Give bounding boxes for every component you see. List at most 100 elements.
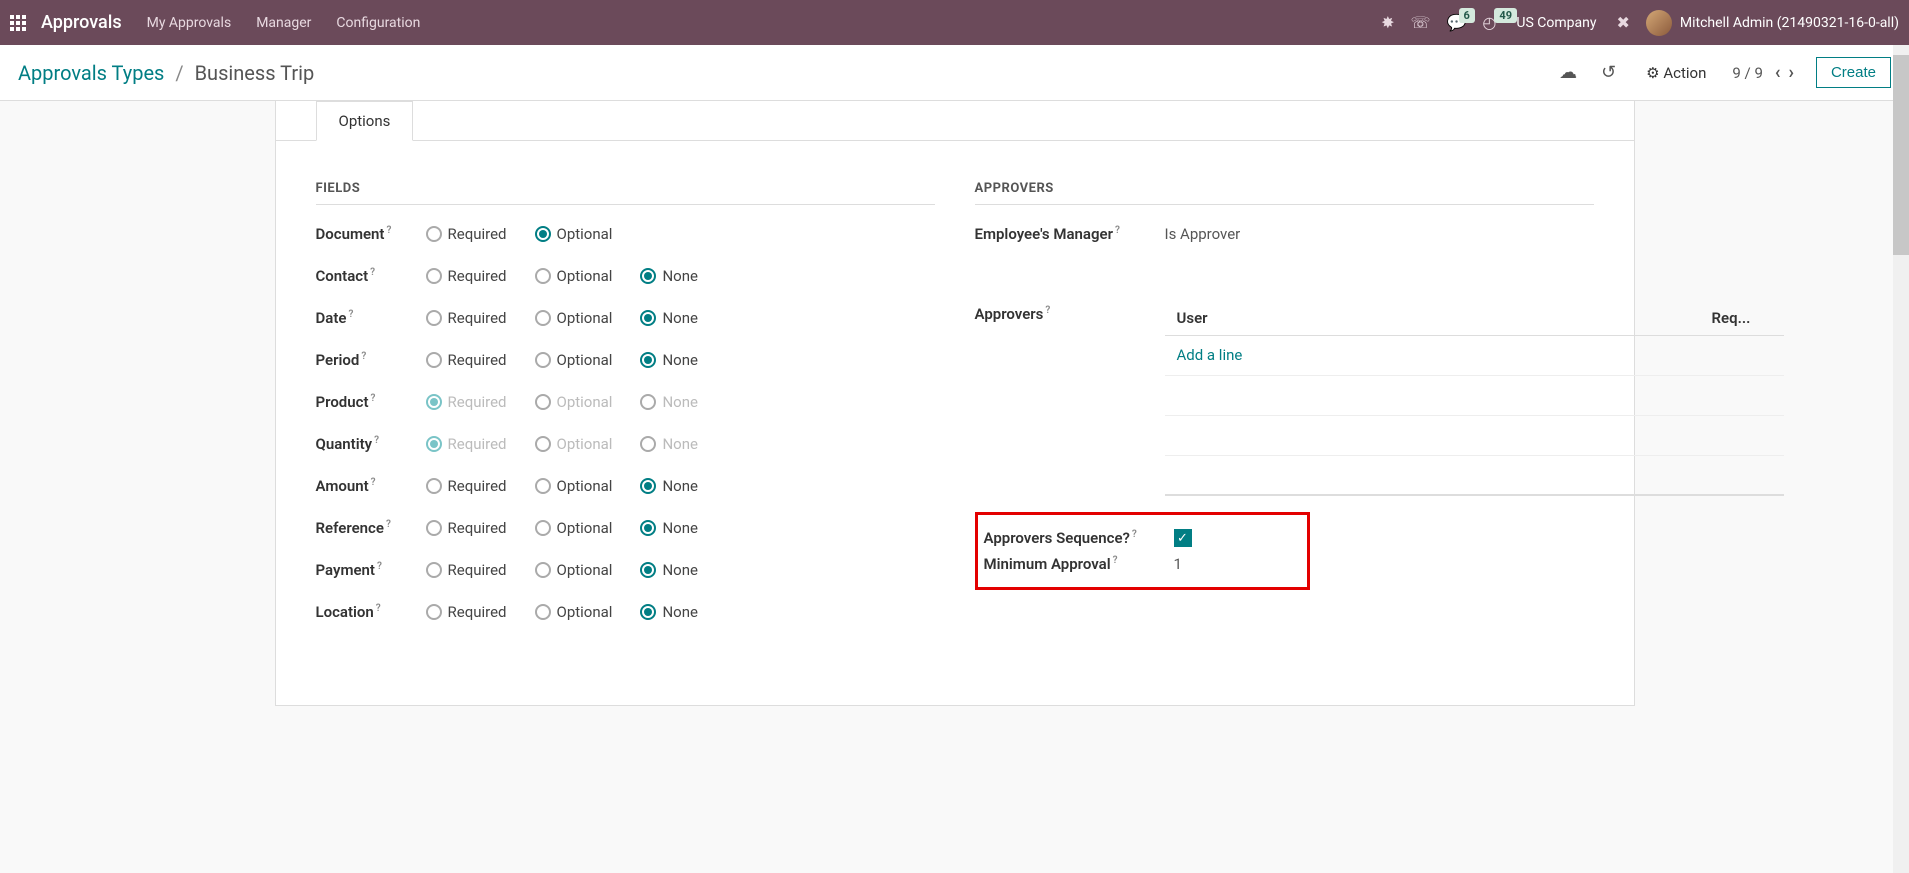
radio-label: None [662,561,698,579]
help-icon[interactable]: ? [1045,305,1050,316]
radio-icon [426,310,442,326]
radio-icon [535,394,551,410]
help-icon[interactable]: ? [1132,529,1137,540]
radio-icon [426,520,442,536]
radio-group: Required Optional [426,225,613,243]
radio-required[interactable]: Required [426,519,507,537]
add-a-line[interactable]: Add a line [1177,346,1243,365]
radio-none[interactable]: None [640,267,698,285]
menu-manager[interactable]: Manager [256,15,311,31]
phone-icon[interactable]: ☏ [1410,13,1430,32]
table-header-user: User [1177,309,1712,327]
help-icon[interactable]: ? [377,561,382,572]
radio-optional: Optional [535,435,613,453]
help-icon[interactable]: ? [1115,225,1120,236]
radio-none[interactable]: None [640,477,698,495]
radio-group: Required Optional None [426,351,698,369]
field-row-amount: Amount?RequiredOptionalNone [316,477,935,495]
radio-icon [640,394,656,410]
radio-group: Required Optional None [426,603,698,621]
help-icon[interactable]: ? [1113,555,1118,566]
radio-required[interactable]: Required [426,309,507,327]
user-name[interactable]: Mitchell Admin (21490321-16-0-all) [1680,15,1899,31]
field-row-reference: Reference?RequiredOptionalNone [316,519,935,537]
field-row-document: Document?RequiredOptional [316,225,935,243]
field-label: Date? [316,309,426,327]
employees-manager-label: Employee's Manager? [975,225,1165,243]
breadcrumb-root[interactable]: Approvals Types [18,61,164,85]
help-icon[interactable]: ? [371,477,376,488]
approvers-sequence-checkbox[interactable]: ✓ [1174,529,1192,547]
radio-optional[interactable]: Optional [535,519,613,537]
radio-optional[interactable]: Optional [535,603,613,621]
create-button[interactable]: Create [1816,57,1891,88]
minimum-approval-value[interactable]: 1 [1174,555,1182,573]
tab-options[interactable]: Options [316,101,414,141]
radio-group: RequiredOptionalNone [426,435,698,453]
field-row-period: Period?Required Optional None [316,351,935,369]
radio-optional[interactable]: Optional [535,267,613,285]
field-label: Period? [316,351,426,369]
help-icon[interactable]: ? [376,603,381,614]
apps-icon[interactable] [10,15,26,31]
tools-icon[interactable]: ✖ [1616,13,1629,32]
help-icon[interactable]: ? [386,225,391,236]
radio-none[interactable]: None [640,519,698,537]
radio-none[interactable]: None [640,561,698,579]
radio-optional[interactable]: Optional [535,561,613,579]
radio-label: Optional [557,351,613,369]
radio-required[interactable]: Required [426,561,507,579]
radio-label: Required [448,267,507,285]
cloud-upload-icon[interactable]: ☁ [1559,62,1577,83]
radio-none[interactable]: None [640,309,698,327]
action-dropdown[interactable]: ⚙ Action [1646,64,1706,82]
radio-icon [535,562,551,578]
clock-icon[interactable]: ◴49 [1482,13,1496,32]
radio-label: Optional [557,225,613,243]
radio-icon [535,310,551,326]
employees-manager-value[interactable]: Is Approver [1165,225,1594,243]
radio-label: Optional [557,477,613,495]
company-selector[interactable]: US Company [1516,15,1596,31]
radio-icon [640,352,656,368]
radio-optional[interactable]: Optional [535,225,613,243]
radio-optional[interactable]: Optional [535,351,613,369]
radio-required[interactable]: Required [426,351,507,369]
field-row-location: Location?RequiredOptionalNone [316,603,935,621]
scrollbar[interactable] [1893,45,1909,873]
table-row: Add a line [1165,336,1784,376]
radio-label: Optional [557,519,613,537]
radio-none[interactable]: None [640,603,698,621]
radio-required[interactable]: Required [426,603,507,621]
help-icon[interactable]: ? [348,309,353,320]
help-icon[interactable]: ? [370,393,375,404]
radio-required[interactable]: Required [426,225,507,243]
chat-icon[interactable]: 💬6 [1447,13,1467,32]
help-icon[interactable]: ? [361,351,366,362]
radio-optional[interactable]: Optional [535,309,613,327]
pager-text[interactable]: 9 / 9 [1732,64,1763,82]
menu-configuration[interactable]: Configuration [336,15,420,31]
scrollbar-thumb[interactable] [1893,55,1909,255]
help-icon[interactable]: ? [374,435,379,446]
help-icon[interactable]: ? [370,267,375,278]
table-row [1165,416,1784,456]
app-brand[interactable]: Approvals [41,12,122,33]
approvers-label: Approvers? [975,305,1165,323]
approvers-sequence-label: Approvers Sequence?? [984,529,1174,547]
approvers-column: APPROVERS Employee's Manager? Is Approve… [975,181,1594,645]
radio-required[interactable]: Required [426,477,507,495]
user-avatar[interactable] [1646,10,1672,36]
radio-icon [640,310,656,326]
undo-icon[interactable]: ↺ [1601,62,1616,83]
pager-next[interactable]: › [1789,62,1794,83]
radio-required[interactable]: Required [426,267,507,285]
menu-my-approvals[interactable]: My Approvals [147,15,232,31]
bug-icon[interactable]: ✸ [1381,13,1394,32]
action-bar: Approvals Types / Business Trip ☁ ↺ ⚙ Ac… [0,45,1909,101]
radio-none[interactable]: None [640,351,698,369]
help-icon[interactable]: ? [386,519,391,530]
highlighted-settings: Approvers Sequence?? ✓ Minimum Approval?… [975,512,1310,590]
radio-optional[interactable]: Optional [535,477,613,495]
pager-prev[interactable]: ‹ [1775,62,1781,83]
